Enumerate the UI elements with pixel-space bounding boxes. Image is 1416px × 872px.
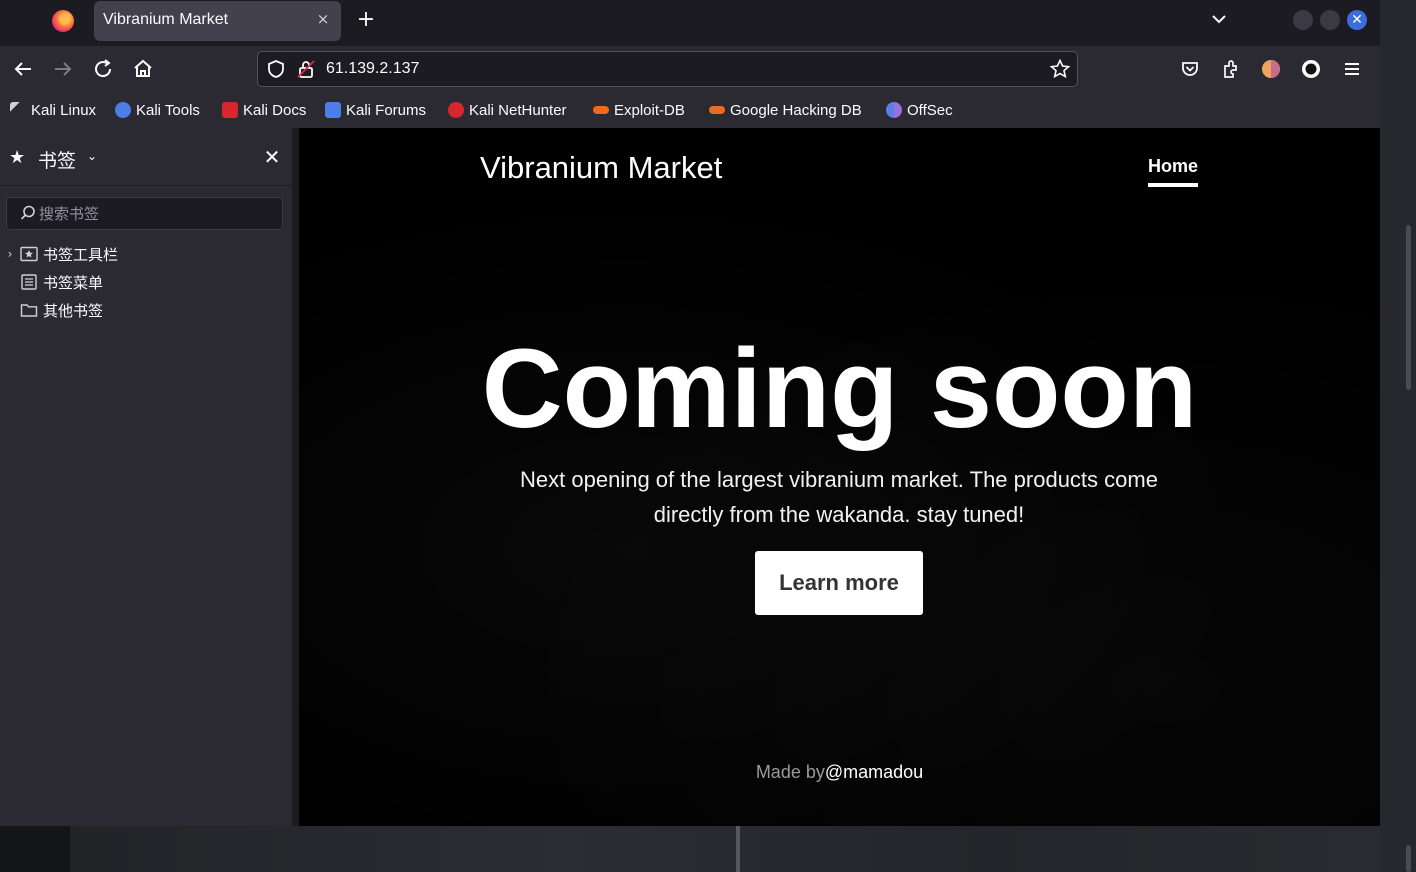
bookmark-label: Kali Linux — [31, 101, 97, 119]
desktop-panel — [0, 826, 70, 872]
exploit-db-icon — [593, 106, 609, 114]
bookmark-kali-linux[interactable]: Kali Linux — [10, 100, 96, 120]
site-brand[interactable]: Vibranium Market — [480, 150, 722, 186]
footer: Made by@mamadou — [299, 762, 1380, 783]
folder-icon — [20, 304, 38, 317]
ghdb-icon — [709, 106, 725, 114]
bookmark-label: Kali Forums — [346, 101, 427, 119]
bookmark-kali-nethunter[interactable]: Kali NetHunter — [448, 100, 567, 120]
star-icon: ★ — [9, 147, 26, 168]
url-text[interactable]: 61.139.2.137 — [326, 60, 419, 78]
sidebar-close-icon[interactable]: ✕ — [260, 145, 284, 169]
tree-item-label: 书签菜单 — [43, 273, 104, 292]
tree-item-bookmarks-toolbar[interactable]: › 书签工具栏 — [0, 242, 118, 266]
bookmark-exploit-db[interactable]: Exploit-DB — [593, 100, 685, 120]
chevron-down-icon[interactable]: ⌄ — [87, 149, 97, 163]
insecure-lock-icon[interactable] — [295, 58, 317, 80]
navigation-toolbar: 61.139.2.137 — [0, 46, 1380, 92]
desktop-right-edge — [1380, 0, 1416, 872]
bookmark-kali-tools[interactable]: Kali Tools — [115, 100, 200, 120]
tab-vibranium-market[interactable]: Vibranium Market × — [94, 1, 341, 41]
bookmark-label: Kali Tools — [136, 101, 200, 119]
learn-more-button[interactable]: Learn more — [755, 551, 923, 615]
extension-circle-icon[interactable] — [1299, 57, 1323, 81]
kali-nethunter-icon — [448, 102, 464, 118]
new-tab-button[interactable]: + — [354, 8, 378, 32]
window-minimize-button[interactable] — [1293, 10, 1313, 30]
window-maximize-button[interactable] — [1320, 10, 1340, 30]
desktop-divider — [736, 826, 740, 872]
kali-forums-icon — [325, 102, 341, 118]
tab-title: Vibranium Market — [103, 11, 229, 28]
tree-item-label: 其他书签 — [43, 301, 104, 320]
bookmark-kali-docs[interactable]: Kali Docs — [222, 100, 306, 120]
bookmark-google-hacking-db[interactable]: Google Hacking DB — [709, 100, 862, 120]
url-bar[interactable]: 61.139.2.137 — [257, 51, 1078, 87]
tree-item-other-bookmarks[interactable]: 其他书签 — [0, 298, 103, 322]
pocket-icon[interactable] — [1178, 57, 1202, 81]
kali-tools-icon — [115, 102, 131, 118]
bookmark-label: Exploit-DB — [614, 101, 685, 119]
tracking-protection-shield-icon[interactable] — [265, 58, 287, 80]
kali-dragon-icon — [10, 102, 26, 118]
tab-strip: Vibranium Market × + ✕ — [0, 0, 1380, 46]
bookmark-label: OffSec — [907, 101, 953, 119]
account-avatar-icon[interactable] — [1259, 57, 1283, 81]
bookmark-label: Kali Docs — [243, 101, 307, 119]
footer-prefix: Made by — [755, 762, 825, 782]
list-all-tabs-chevron-down-icon[interactable] — [1208, 8, 1230, 30]
reload-icon[interactable] — [91, 57, 115, 81]
search-icon — [20, 205, 35, 220]
desktop-scrollbar-lower[interactable] — [1406, 845, 1411, 872]
offsec-icon — [886, 102, 902, 118]
firefox-logo-icon[interactable] — [52, 10, 74, 32]
expand-chevron-right-icon[interactable]: › — [0, 247, 20, 261]
extensions-puzzle-icon[interactable] — [1219, 57, 1243, 81]
desktop-background — [0, 826, 1416, 872]
footer-author-link[interactable]: @mamadou — [825, 762, 923, 782]
window-close-button[interactable]: ✕ — [1347, 10, 1367, 30]
forward-arrow-icon[interactable] — [51, 57, 75, 81]
sidebar-header: ★ 书签 ⌄ ✕ — [0, 128, 292, 186]
browser-window: Vibranium Market × + ✕ 61.139.2.137 Kali… — [0, 0, 1380, 826]
tree-item-label: 书签工具栏 — [43, 245, 119, 264]
tree-item-bookmarks-menu[interactable]: 书签菜单 — [0, 270, 103, 294]
tab-close-icon[interactable]: × — [313, 9, 333, 29]
home-icon[interactable] — [131, 57, 155, 81]
bookmarks-toolbar: Kali Linux Kali Tools Kali Docs Kali For… — [0, 92, 1380, 128]
bookmark-search-box[interactable] — [6, 197, 283, 230]
back-arrow-icon[interactable] — [11, 57, 35, 81]
hero-title: Coming soon — [481, 326, 1198, 451]
kali-docs-icon — [222, 102, 238, 118]
bookmark-search-input[interactable] — [39, 203, 274, 225]
bookmarks-toolbar-icon — [20, 246, 38, 262]
page-content: Vibranium Market Home Coming soon Next o… — [299, 128, 1380, 826]
sidebar-switcher-title[interactable]: 书签 — [38, 146, 76, 173]
bookmark-offsec[interactable]: OffSec — [886, 100, 953, 120]
hero-lead: Next opening of the largest vibranium ma… — [520, 467, 1158, 527]
nav-link-home[interactable]: Home — [1148, 156, 1199, 187]
bookmark-label: Google Hacking DB — [730, 101, 862, 119]
bookmarks-sidebar: ★ 书签 ⌄ ✕ › 书签工具栏 书签菜单 其他书签 — [0, 128, 293, 826]
bookmark-kali-forums[interactable]: Kali Forums — [325, 100, 426, 120]
bookmark-label: Kali NetHunter — [469, 101, 567, 119]
bookmark-star-icon[interactable] — [1049, 58, 1071, 80]
hamburger-menu-icon[interactable] — [1340, 57, 1364, 81]
bookmarks-menu-icon — [21, 274, 37, 290]
desktop-scrollbar[interactable] — [1406, 225, 1411, 390]
